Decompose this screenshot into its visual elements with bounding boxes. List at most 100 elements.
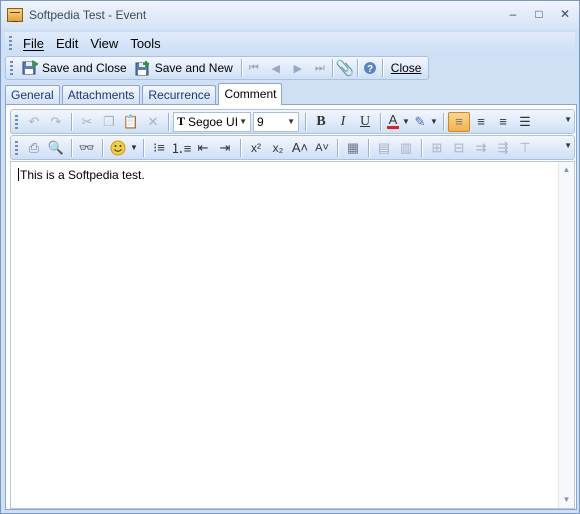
save-icon	[22, 60, 38, 75]
svg-text:?: ?	[367, 64, 373, 75]
editor-text-line: This is a Softpedia test.	[18, 168, 145, 182]
increase-indent-icon[interactable]: ⇥	[214, 138, 236, 158]
grip-icon	[15, 114, 18, 129]
menu-edit[interactable]: Edit	[50, 36, 84, 51]
save-and-new-label: Save and New	[154, 61, 233, 75]
justify-icon[interactable]: ☰	[514, 112, 536, 132]
grow-font-icon[interactable]: A˄	[289, 138, 311, 158]
separator	[71, 138, 72, 157]
separator	[380, 112, 381, 131]
overflow-chevron-icon[interactable]: ▼	[564, 115, 572, 124]
text-caret	[18, 168, 19, 181]
vertical-scrollbar[interactable]: ▲ ▼	[558, 162, 574, 508]
separator	[71, 112, 72, 131]
font-combo[interactable]: T Segoe UI ▼	[173, 111, 251, 132]
italic-icon[interactable]: I	[332, 112, 354, 132]
first-record-icon[interactable]: ⏮	[246, 60, 262, 76]
save-new-icon	[135, 61, 149, 76]
separator	[168, 112, 169, 131]
bold-icon[interactable]: B	[310, 112, 332, 132]
delete-icon[interactable]: ✕	[142, 112, 164, 132]
split-cells-icon[interactable]: ⇶	[492, 138, 514, 158]
help-icon[interactable]: ?	[362, 60, 378, 76]
chevron-down-icon[interactable]: ▼	[129, 138, 139, 158]
insert-row-icon[interactable]: ▤	[373, 138, 395, 158]
separator	[143, 138, 144, 157]
separator	[240, 138, 241, 157]
table-icon[interactable]: ▦	[342, 138, 364, 158]
comment-editor[interactable]: This is a Softpedia test. ▲ ▼	[10, 161, 575, 509]
tab-comment[interactable]: Comment	[218, 83, 283, 105]
align-right-icon[interactable]: ≡	[492, 112, 514, 132]
scroll-down-icon[interactable]: ▼	[559, 492, 574, 508]
font-icon: T	[177, 114, 186, 128]
find-icon[interactable]: 👓	[76, 138, 98, 158]
tab-general[interactable]: General	[5, 85, 60, 104]
maximize-button[interactable]: □	[531, 7, 547, 21]
underline-icon[interactable]: U	[354, 112, 376, 132]
grip-icon	[10, 61, 13, 75]
paste-icon[interactable]: 📋	[120, 112, 142, 132]
last-record-icon[interactable]: ⏭	[312, 60, 328, 76]
minimize-button[interactable]: –	[505, 7, 521, 21]
grip-icon	[15, 140, 18, 155]
window-title: Softpedia Test - Event	[29, 8, 147, 22]
separator	[102, 138, 103, 157]
delete-cell-icon[interactable]: ⊟	[448, 138, 470, 158]
tab-recurrence[interactable]: Recurrence	[142, 85, 217, 104]
superscript-icon[interactable]: x²	[245, 138, 267, 158]
redo-icon[interactable]: ↷	[45, 112, 67, 132]
separator	[381, 59, 383, 77]
subscript-icon[interactable]: x₂	[267, 138, 289, 158]
shrink-font-icon[interactable]: A˅	[311, 138, 333, 158]
grip-icon	[9, 36, 12, 50]
insert-column-icon[interactable]: ▥	[395, 138, 417, 158]
menu-view[interactable]: View	[84, 36, 124, 51]
font-color-icon[interactable]: A	[385, 112, 401, 132]
font-size-value: 9	[257, 114, 264, 129]
merge-cells-icon[interactable]: ⇉	[470, 138, 492, 158]
separator	[443, 112, 444, 131]
close-window-button[interactable]: ✕	[557, 7, 573, 21]
close-button[interactable]: Close	[387, 58, 426, 78]
save-and-new-button[interactable]: Save and New	[131, 58, 237, 78]
insert-cell-icon[interactable]: ⊞	[426, 138, 448, 158]
insert-toolbar: ⎙ 🔍 👓 ▼ ⁝≡ ⒈≡ ⇤ ⇥ x² x₂ A˄ A˅ ▦ ▤ ▥ ⊞ ⊟	[10, 135, 575, 160]
align-center-icon[interactable]: ≡	[470, 112, 492, 132]
cell-align-icon[interactable]: ⊤	[514, 138, 536, 158]
scroll-up-icon[interactable]: ▲	[559, 162, 574, 178]
print-preview-icon[interactable]: 🔍	[45, 138, 67, 158]
undo-icon[interactable]: ↶	[23, 112, 45, 132]
menu-tools[interactable]: Tools	[124, 36, 166, 51]
cut-icon[interactable]: ✂	[76, 112, 98, 132]
align-left-icon[interactable]: ≡	[448, 111, 470, 132]
numbered-list-icon[interactable]: ⒈≡	[170, 138, 192, 158]
close-label: Close	[390, 61, 422, 75]
chevron-down-icon: ▼	[287, 117, 295, 126]
previous-record-icon[interactable]: ◀	[268, 60, 284, 76]
tab-attachments[interactable]: Attachments	[61, 85, 141, 104]
font-size-combo[interactable]: 9 ▼	[253, 111, 299, 132]
editor-text: This is a Softpedia test.	[20, 168, 145, 182]
highlight-icon[interactable]: ✎	[411, 112, 429, 132]
chevron-down-icon[interactable]: ▼	[429, 112, 439, 132]
copy-icon[interactable]: ❐	[98, 112, 120, 132]
main-toolbar: Save and Close Save and New ⏮ ◀ ▶ ⏭ 📎 ? …	[5, 56, 429, 80]
next-record-icon[interactable]: ▶	[290, 60, 306, 76]
overflow-chevron-icon[interactable]: ▼	[564, 141, 572, 150]
chevron-down-icon: ▼	[239, 117, 247, 126]
decrease-indent-icon[interactable]: ⇤	[192, 138, 214, 158]
event-window: Softpedia Test - Event – □ ✕ File Edit V…	[0, 0, 580, 514]
save-and-close-button[interactable]: Save and Close	[18, 58, 131, 78]
separator	[356, 59, 358, 77]
separator	[421, 138, 422, 157]
bullet-list-icon[interactable]: ⁝≡	[148, 138, 170, 158]
separator	[337, 138, 338, 157]
comment-panel: ↶ ↷ ✂ ❐ 📋 ✕ T Segoe UI ▼ 9 ▼ B I U A ▼ ✎…	[5, 105, 577, 510]
chevron-down-icon[interactable]: ▼	[401, 112, 411, 132]
paperclip-icon[interactable]: 📎	[335, 60, 354, 77]
print-icon[interactable]: ⎙	[23, 138, 45, 158]
menu-bar: File Edit View Tools	[5, 32, 575, 54]
menu-file[interactable]: File	[17, 36, 50, 51]
smiley-icon[interactable]	[107, 138, 129, 158]
